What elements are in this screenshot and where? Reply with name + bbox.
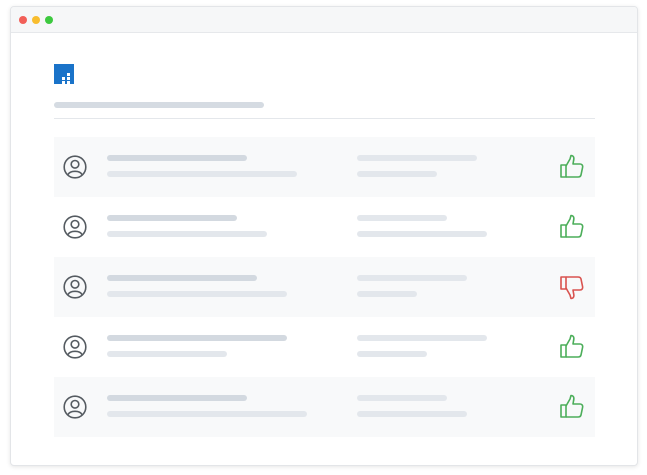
thumbs-up-icon[interactable] (559, 394, 585, 420)
list-item[interactable] (54, 257, 595, 317)
list-item[interactable] (54, 197, 595, 257)
name-placeholder (107, 275, 257, 281)
user-avatar-icon (63, 155, 87, 179)
meta-placeholder (357, 351, 427, 357)
app-window (10, 6, 638, 466)
thumbs-up-icon[interactable] (559, 154, 585, 180)
detail-placeholder (107, 171, 297, 177)
meta-placeholder (357, 335, 487, 341)
detail-placeholder (107, 231, 267, 237)
list-item[interactable] (54, 377, 595, 437)
meta-placeholder (357, 171, 437, 177)
meta-placeholder (357, 291, 417, 297)
meta-placeholder (357, 395, 447, 401)
meta-placeholder (357, 231, 487, 237)
detail-placeholder (107, 351, 227, 357)
list-item[interactable] (54, 137, 595, 197)
user-avatar-icon (63, 215, 87, 239)
window-close-button[interactable] (19, 16, 27, 24)
name-placeholder (107, 215, 237, 221)
name-placeholder (107, 155, 247, 161)
user-avatar-icon (63, 335, 87, 359)
list-item[interactable] (54, 317, 595, 377)
detail-placeholder (107, 291, 287, 297)
meta-placeholder (357, 275, 467, 281)
page-title-placeholder (54, 102, 264, 108)
user-avatar-icon (63, 395, 87, 419)
user-avatar-icon (63, 275, 87, 299)
grid-logo-icon (54, 64, 74, 84)
thumbs-up-icon[interactable] (559, 214, 585, 240)
name-placeholder (107, 335, 287, 341)
meta-placeholder (357, 215, 447, 221)
detail-placeholder (107, 411, 307, 417)
window-minimize-button[interactable] (32, 16, 40, 24)
window-maximize-button[interactable] (45, 16, 53, 24)
thumbs-down-icon[interactable] (559, 274, 585, 300)
header-divider (54, 118, 595, 119)
name-placeholder (107, 395, 247, 401)
user-rating-list (54, 137, 595, 437)
window-titlebar (11, 7, 637, 33)
meta-placeholder (357, 155, 477, 161)
meta-placeholder (357, 411, 467, 417)
thumbs-up-icon[interactable] (559, 334, 585, 360)
